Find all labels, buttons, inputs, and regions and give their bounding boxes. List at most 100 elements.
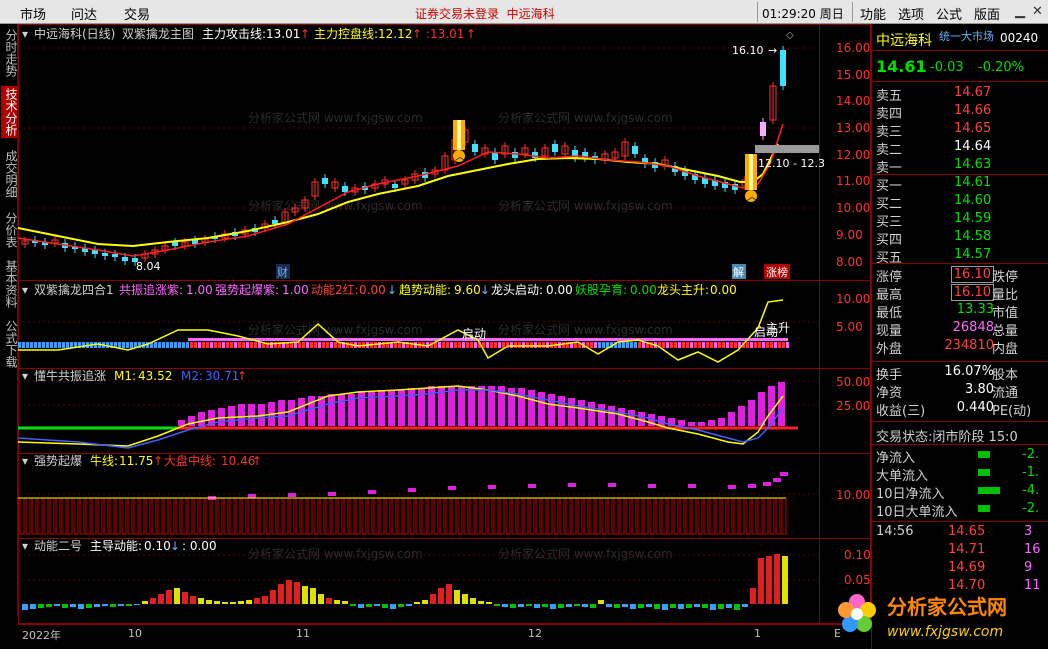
candle-body	[392, 184, 398, 188]
momentum-bar	[126, 604, 132, 606]
momentum-bar	[534, 604, 540, 608]
menu-function[interactable]: 功能	[860, 4, 886, 23]
bar-outline	[127, 497, 133, 535]
menu-wenda[interactable]: 问达	[71, 4, 97, 23]
tab-technical-analysis[interactable]: 技术分析	[1, 86, 18, 138]
bid-row[interactable]: 买一 14.61	[876, 175, 1046, 194]
tab-formula-download[interactable]: 公式下载	[1, 318, 18, 370]
price-range-band	[755, 145, 819, 153]
signal-strip-cell	[238, 342, 241, 348]
menu-trade[interactable]: 交易	[124, 4, 150, 23]
bid-row[interactable]: 买四 14.58	[876, 229, 1046, 248]
momentum-bar	[670, 604, 676, 608]
momentum-bar	[726, 604, 732, 608]
signal-strip-cell	[714, 342, 717, 348]
price-change-pct: -0.20%	[978, 60, 1024, 75]
momentum-bar	[526, 604, 532, 606]
line1-value: 13.01	[266, 27, 300, 41]
ask-row[interactable]: 卖五 14.67	[876, 85, 1046, 104]
resonance-bar	[718, 418, 725, 426]
signal-strip-cell	[226, 342, 229, 348]
panel3-menu-icon[interactable]: ▾	[22, 369, 28, 383]
signal-strip-cell	[306, 342, 309, 348]
bar-outline	[337, 497, 343, 535]
bar-outline	[685, 497, 691, 535]
tab-basic-info[interactable]: 基本资料	[1, 258, 18, 310]
bar-outline	[415, 497, 421, 535]
ask-row[interactable]: 卖四 14.66	[876, 103, 1046, 122]
diamond-icon[interactable]: ◇	[786, 30, 794, 41]
bar-outline	[763, 497, 769, 535]
minimize-icon[interactable]: ▁	[1015, 4, 1025, 19]
stat-value: 16.10	[950, 266, 994, 283]
panel2-menu-icon[interactable]: ▾	[22, 283, 28, 297]
panel1-menu-icon[interactable]: ▾	[22, 27, 28, 41]
signal-strip-cell	[54, 342, 57, 348]
signal-strip-cell	[710, 342, 713, 348]
bar-outline	[133, 497, 139, 535]
momentum-bar	[494, 604, 500, 606]
menu-options[interactable]: 选项	[898, 4, 924, 23]
bid-row[interactable]: 买二 14.60	[876, 193, 1046, 212]
p5-name[interactable]: 动能二号	[34, 539, 82, 553]
ask-price: 14.67	[954, 85, 992, 100]
bid-row[interactable]: 买五 14.57	[876, 247, 1046, 266]
tab-time-trend[interactable]: 分时走势	[1, 28, 18, 78]
bar-outline	[289, 497, 295, 535]
main-indicator-name[interactable]: 双紫擒龙主图	[122, 26, 194, 41]
signal-strip-cell	[34, 342, 37, 348]
ask-price: 14.63	[954, 157, 992, 172]
flow-row: 10日净流入 -4.	[876, 483, 1046, 502]
p4-name[interactable]: 强势起爆	[34, 454, 82, 468]
signal-strip-cell	[246, 342, 249, 348]
momentum-bar	[22, 604, 28, 610]
signal-strip-cell	[378, 342, 381, 348]
signal-strip-cell	[442, 342, 445, 348]
p2-item-value: 0.00	[630, 283, 657, 297]
menu-formula[interactable]: 公式	[936, 4, 962, 23]
kline-chart[interactable]: ▾ 中远海科(日线) 双紫擒龙主图 主力攻击线: 13.01 ↑ 主力控盘线: …	[18, 24, 871, 624]
momentum-bar	[582, 604, 588, 607]
bar-outline	[553, 497, 559, 535]
momentum-bar	[206, 600, 212, 604]
p1-ytick: 10.00	[836, 201, 870, 215]
panel4-menu-icon[interactable]: ▾	[22, 454, 28, 468]
signal-strip-cell	[786, 342, 789, 348]
ask-row[interactable]: 卖二 14.64	[876, 139, 1046, 158]
flower-icon	[838, 594, 876, 632]
tab-price-table[interactable]: 分价表	[1, 210, 18, 250]
signal-strip-cell	[594, 342, 597, 348]
resonance-bar	[608, 406, 615, 426]
flow-label: 10日净流入	[876, 487, 945, 502]
p2-name[interactable]: 双紫擒龙四合1	[34, 282, 114, 297]
momentum-bar	[454, 590, 460, 604]
bar-outline	[367, 497, 373, 535]
tick-volume: 9	[1024, 560, 1033, 575]
explosion-marker	[688, 484, 696, 488]
momentum-bar	[254, 598, 260, 604]
p2-item-label: 共振追涨紫:	[119, 282, 183, 297]
explosion-marker	[368, 490, 376, 494]
p3-name[interactable]: 懂牛共振追涨	[34, 368, 106, 383]
ask-row[interactable]: 卖一 14.63	[876, 157, 1046, 176]
candle-body	[512, 152, 518, 158]
bar-outline	[427, 497, 433, 535]
tab-trade-detail[interactable]: 成交明细	[1, 148, 18, 200]
close-icon[interactable]: ✕	[1032, 4, 1043, 19]
menu-layout[interactable]: 版面	[974, 4, 1000, 23]
bar-outline	[55, 497, 61, 535]
menu-market[interactable]: 市场	[20, 4, 46, 23]
momentum-bar	[294, 582, 300, 604]
panel5-menu-icon[interactable]: ▾	[22, 539, 28, 553]
signal-strip-cell	[678, 342, 681, 348]
signal-strip-cell	[778, 342, 781, 348]
login-notice[interactable]: 证券交易未登录 中远海科	[415, 5, 555, 22]
concept-tag[interactable]: 统一大市场	[939, 28, 994, 45]
p2-item-value: 0.00	[359, 283, 386, 297]
ask-row[interactable]: 卖三 14.65	[876, 121, 1046, 140]
momentum-bar	[558, 604, 564, 608]
resonance-bar	[738, 406, 745, 426]
stat-row: 涨停 16.10 跌停	[876, 266, 1046, 285]
bid-row[interactable]: 买三 14.59	[876, 211, 1046, 230]
resonance-bar	[458, 386, 465, 426]
